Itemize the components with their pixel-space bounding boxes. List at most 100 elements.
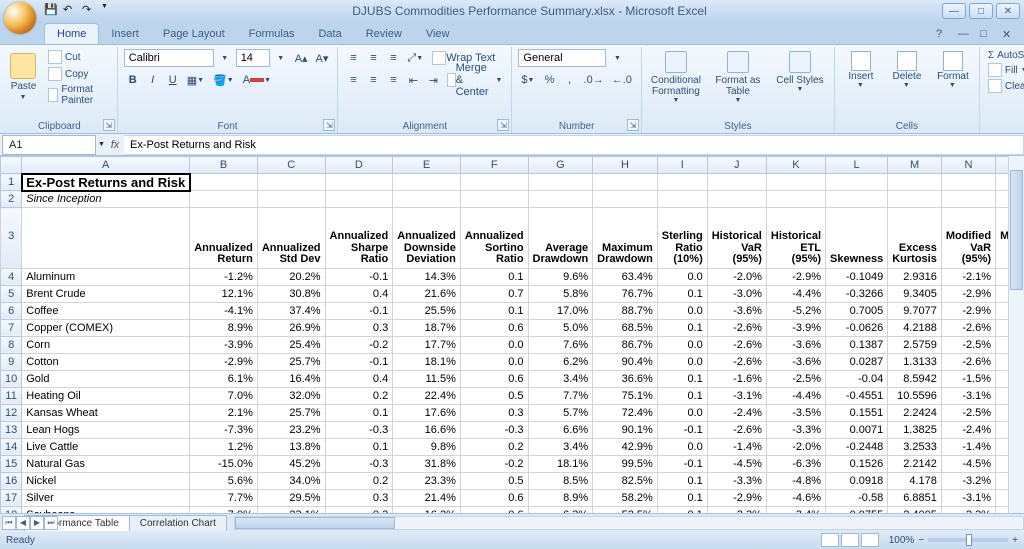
cell[interactable]: 3.4% [528, 438, 593, 455]
number-format-combo[interactable] [518, 49, 606, 67]
cell[interactable]: -6.3% [766, 455, 825, 472]
cell[interactable]: 0.6 [460, 319, 528, 336]
table-column-header[interactable]: Average Drawdown [528, 208, 593, 269]
cell[interactable]: -3.4% [766, 506, 825, 513]
table-column-header[interactable]: Annualized Sharpe Ratio [325, 208, 393, 269]
cell[interactable]: Nickel [22, 472, 190, 489]
zoom-out-button[interactable]: − [918, 535, 924, 546]
cell[interactable]: -1.4% [707, 438, 766, 455]
maximize-button[interactable]: □ [969, 3, 993, 19]
cell[interactable]: -4.4% [766, 285, 825, 302]
row-header[interactable]: 14 [1, 438, 22, 455]
column-header[interactable]: H [593, 157, 658, 174]
decrease-decimal-button[interactable]: ←.0 [609, 71, 635, 89]
cell[interactable]: 0.3 [325, 506, 393, 513]
format-as-table-button[interactable]: Format as Table▼ [710, 49, 766, 105]
cell[interactable]: Cotton [22, 353, 190, 370]
cell[interactable]: 0.7 [460, 285, 528, 302]
cell[interactable]: -15.0% [190, 455, 258, 472]
slider-knob[interactable] [966, 534, 972, 546]
cell[interactable]: 99.5% [593, 455, 658, 472]
tab-data[interactable]: Data [306, 24, 353, 44]
doc-close-icon[interactable]: ✕ [1002, 28, 1018, 44]
row-header[interactable]: 18 [1, 506, 22, 513]
cell[interactable]: 0.6 [460, 489, 528, 506]
sheet-tab[interactable]: Correlation Chart [129, 515, 227, 531]
cell[interactable]: -2.5% [941, 404, 995, 421]
cell[interactable]: -4.1% [190, 302, 258, 319]
bold-button[interactable]: B [124, 71, 142, 89]
paste-button[interactable]: Paste ▼ [8, 49, 39, 101]
cell[interactable]: -2.5% [941, 336, 995, 353]
cell[interactable]: -2.0% [707, 268, 766, 285]
cell[interactable]: 90.4% [593, 353, 658, 370]
cell[interactable]: 58.2% [593, 489, 658, 506]
cell[interactable]: 0.0 [657, 268, 707, 285]
office-button[interactable] [4, 2, 36, 34]
cell[interactable]: Heating Oil [22, 387, 190, 404]
cell[interactable]: -3.1% [707, 387, 766, 404]
cell[interactable]: -0.58 [826, 489, 888, 506]
table-column-header[interactable]: Annualized Return [190, 208, 258, 269]
row-header[interactable]: 7 [1, 319, 22, 336]
cell[interactable]: 23.3% [393, 472, 461, 489]
cell[interactable]: 45.2% [257, 455, 325, 472]
dialog-launcher-icon[interactable]: ⇲ [627, 119, 639, 131]
border-button[interactable]: ▦▼ [184, 71, 208, 89]
cell[interactable]: -2.9% [707, 489, 766, 506]
cell[interactable]: 0.0 [657, 336, 707, 353]
cell[interactable]: 0.0 [657, 404, 707, 421]
column-header[interactable]: N [941, 157, 995, 174]
tab-review[interactable]: Review [354, 24, 414, 44]
autosum-button[interactable]: ΣAutoSum▼ [986, 49, 1024, 62]
cell[interactable]: -4.4% [766, 387, 825, 404]
cell[interactable]: 18.1% [528, 455, 593, 472]
tab-nav-buttons[interactable]: ⏮◀▶⏭ [2, 516, 58, 530]
fx-icon[interactable]: fx [106, 139, 124, 151]
cell[interactable]: 1.2% [190, 438, 258, 455]
cell[interactable]: 13.8% [257, 438, 325, 455]
align-bottom-button[interactable]: ≡ [384, 49, 402, 67]
worksheet-grid[interactable]: ABCDEFGHIJKLMNOP1Ex-Post Returns and Ris… [0, 156, 1024, 513]
cell[interactable]: 16.2% [393, 506, 461, 513]
cell[interactable]: Soybeans [22, 506, 190, 513]
row-header[interactable]: 1 [1, 174, 22, 191]
cell[interactable]: -0.2 [460, 455, 528, 472]
fill-color-button[interactable]: 🪣▼ [210, 71, 238, 89]
cell[interactable]: 0.0287 [826, 353, 888, 370]
italic-button[interactable]: I [144, 71, 162, 89]
cell[interactable]: 0.7005 [826, 302, 888, 319]
cell[interactable]: 0.1 [657, 489, 707, 506]
cell[interactable]: 37.4% [257, 302, 325, 319]
merge-center-button[interactable]: Merge & Center▼ [444, 71, 505, 89]
cell[interactable]: 11.5% [393, 370, 461, 387]
column-header[interactable]: I [657, 157, 707, 174]
cell[interactable]: 0.1 [657, 506, 707, 513]
cell[interactable]: 7.7% [528, 387, 593, 404]
cell[interactable]: 16.4% [257, 370, 325, 387]
chevron-down-icon[interactable]: ▼ [272, 49, 290, 67]
cell[interactable]: 23.2% [257, 421, 325, 438]
cell[interactable]: 17.0% [528, 302, 593, 319]
cell[interactable]: 12.1% [190, 285, 258, 302]
cell[interactable]: 16.6% [393, 421, 461, 438]
increase-indent-button[interactable]: ⇥ [424, 71, 442, 89]
scroll-thumb[interactable] [1010, 170, 1023, 290]
row-header[interactable]: 9 [1, 353, 22, 370]
cell[interactable]: 9.6% [528, 268, 593, 285]
row-header[interactable]: 15 [1, 455, 22, 472]
cell[interactable]: 9.3405 [888, 285, 942, 302]
cell[interactable]: 0.0 [657, 353, 707, 370]
cell[interactable]: Copper (COMEX) [22, 319, 190, 336]
row-header[interactable]: 8 [1, 336, 22, 353]
cell[interactable]: 0.1551 [826, 404, 888, 421]
cell[interactable]: 0.5 [460, 387, 528, 404]
cell[interactable]: -2.5% [766, 370, 825, 387]
column-header[interactable]: C [257, 157, 325, 174]
cell[interactable]: 68.5% [593, 319, 658, 336]
cell[interactable]: -0.1 [325, 353, 393, 370]
cell[interactable]: 90.1% [593, 421, 658, 438]
column-header[interactable]: J [707, 157, 766, 174]
cell[interactable]: 17.6% [393, 404, 461, 421]
font-size-combo[interactable] [236, 49, 270, 67]
